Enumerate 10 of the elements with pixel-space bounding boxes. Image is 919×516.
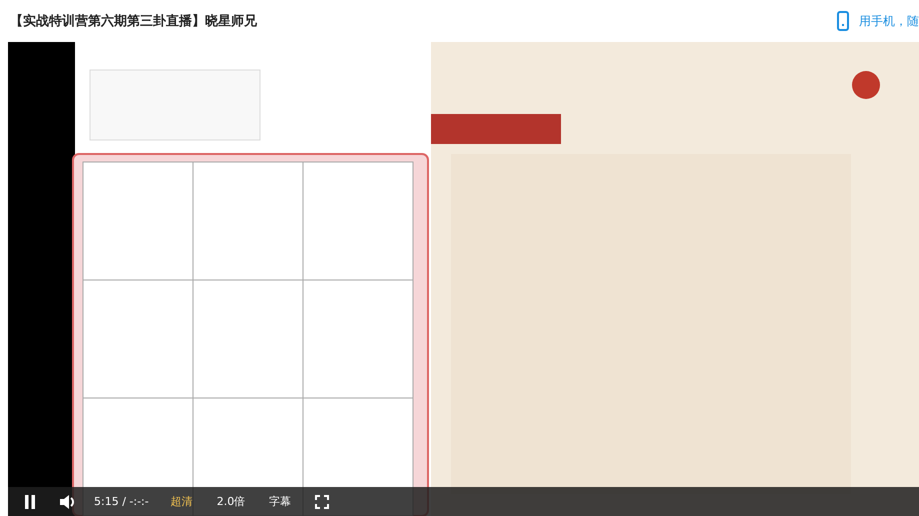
player-option[interactable]: 超清 <box>170 494 193 509</box>
mobile-link[interactable]: 用手机，随 <box>859 12 919 30</box>
volume-icon[interactable] <box>60 494 76 508</box>
pause-icon[interactable] <box>24 494 36 508</box>
phone-icon <box>837 11 849 31</box>
page-title: 【实战特训营第六期第三卦直播】晓星师兄 <box>10 12 257 30</box>
player-option[interactable]: 2.0倍 <box>216 494 246 509</box>
player-option[interactable]: 字幕 <box>269 494 292 509</box>
time-display: 5:15 / -:-:- <box>94 495 149 508</box>
fullscreen-icon[interactable] <box>315 494 330 508</box>
